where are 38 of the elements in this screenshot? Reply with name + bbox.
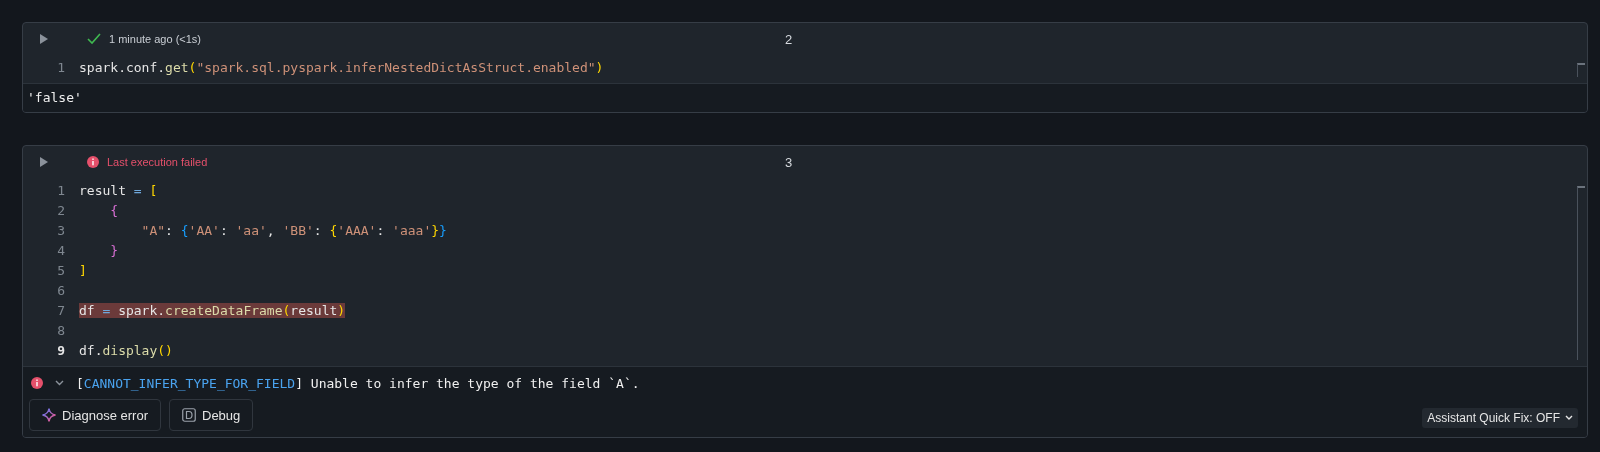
line-number: 7 xyxy=(56,302,65,318)
error-message: [CANNOT_INFER_TYPE_FOR_FIELD] Unable to infer the type of the field `A`. xyxy=(76,375,640,391)
play-icon xyxy=(40,157,48,167)
line-number: 4 xyxy=(56,242,65,258)
sparkle-icon xyxy=(42,408,56,422)
line-number: 9 xyxy=(56,342,65,358)
check-icon xyxy=(87,33,101,45)
output-text: 'false' xyxy=(27,90,82,105)
status-text: Last execution failed xyxy=(107,156,208,168)
play-icon xyxy=(40,34,48,44)
diagnose-button[interactable]: Diagnose error xyxy=(29,399,161,431)
line-number: 1 xyxy=(56,59,65,75)
line-number: 8 xyxy=(56,322,65,338)
error-icon xyxy=(87,156,99,168)
error-icon xyxy=(31,377,43,389)
code-line: "A": {'AA': 'aa', 'BB': {'AAA': 'aaa'}} xyxy=(140,222,447,238)
code-line: spark.conf.get("spark.sql.pyspark.inferNestedDictAsStruct.enabled") xyxy=(79,59,604,75)
line-number: 6 xyxy=(56,282,65,298)
status-text: 1 minute ago (<1s) xyxy=(109,33,202,45)
code-line: { xyxy=(109,202,119,218)
cell-number: 2 xyxy=(785,31,793,47)
chevron-down-icon xyxy=(1565,415,1573,421)
code-line: ] xyxy=(79,262,87,278)
scrollbar[interactable] xyxy=(1577,186,1585,360)
cell-number: 3 xyxy=(785,154,793,170)
quick-fix-dropdown[interactable]: Assistant Quick Fix: OFF xyxy=(1422,408,1578,428)
scrollbar[interactable] xyxy=(1577,63,1585,77)
line-number: 1 xyxy=(56,182,65,198)
error-code-link[interactable]: CANNOT_INFER_TYPE_FOR_FIELD xyxy=(83,375,296,391)
line-number: 5 xyxy=(56,262,65,278)
chevron-down-icon xyxy=(55,380,64,386)
debug-button[interactable]: Debug xyxy=(169,399,254,431)
code-line: df.display() xyxy=(79,342,173,358)
debug-icon xyxy=(182,408,196,422)
code-line: } xyxy=(109,242,119,258)
code-line: result = [ xyxy=(79,182,158,198)
line-number: 2 xyxy=(56,202,65,218)
line-number: 3 xyxy=(56,222,65,238)
